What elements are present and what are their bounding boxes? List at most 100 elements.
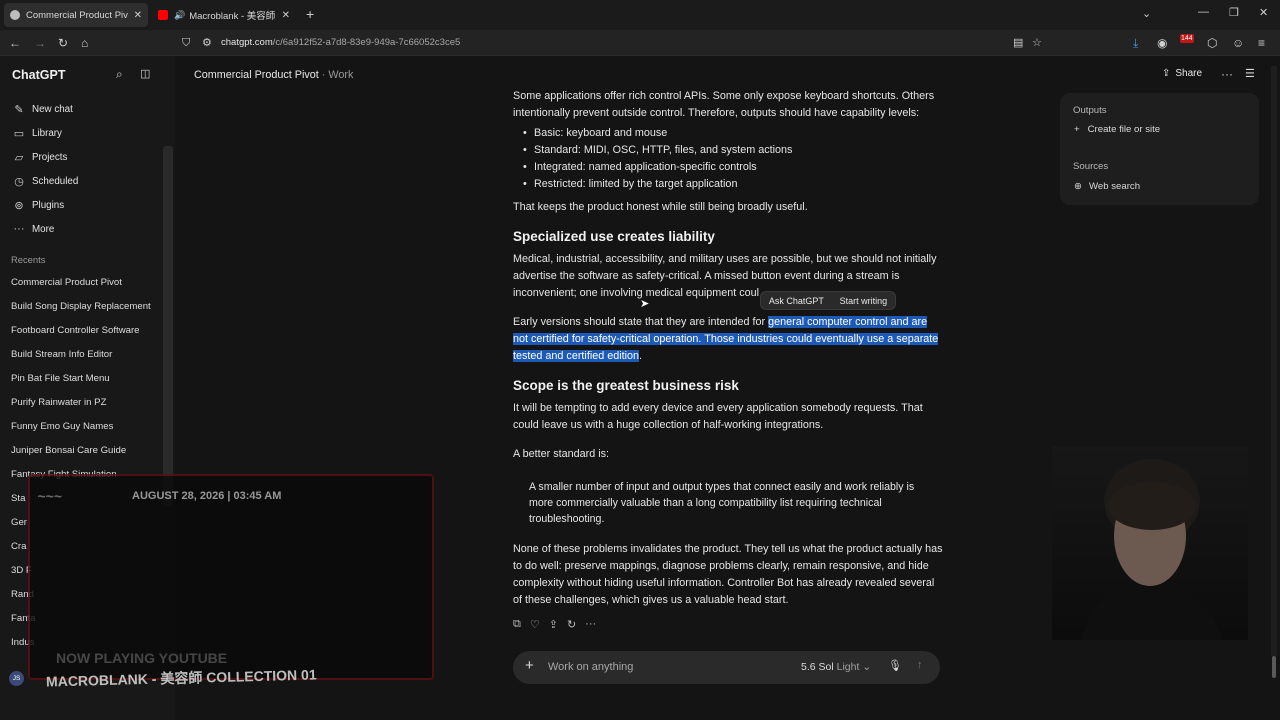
section-heading: Scope is the greatest business risk xyxy=(513,378,739,393)
side-panel: Outputs + Create file or site Sources ⊕ We… xyxy=(1060,93,1259,205)
page-scrollbar[interactable] xyxy=(1271,66,1277,656)
share-message-icon[interactable]: ⇪ xyxy=(549,618,558,631)
shield-icon[interactable]: ⛉ xyxy=(182,36,190,50)
brand-title[interactable]: ChatGPT xyxy=(12,68,65,82)
message-paragraph: None of these problems invalidates the p… xyxy=(513,543,943,606)
more-options-icon[interactable]: ··· xyxy=(1221,67,1233,81)
close-tab-icon[interactable]: ✕ xyxy=(134,10,142,21)
create-file-button[interactable]: + Create file or site xyxy=(1074,124,1160,135)
outputs-label: Outputs xyxy=(1073,105,1107,116)
prompt-input[interactable]: Work on anything xyxy=(548,661,633,673)
model-selector[interactable]: 5.6 Sol Light ⌄ xyxy=(801,661,871,673)
sidebar-item-plugins[interactable]: ⊚ Plugins xyxy=(12,199,64,212)
minimize-icon[interactable]: — xyxy=(1198,6,1209,18)
recent-chat-item[interactable]: Ger xyxy=(11,517,27,528)
chevron-down-icon: ⌄ xyxy=(862,661,872,673)
chatgpt-favicon-icon xyxy=(10,10,20,20)
list-item: Standard: MIDI, OSC, HTTP, files, and sy… xyxy=(523,142,792,159)
forward-icon[interactable]: → xyxy=(34,36,46,50)
library-icon: ▭ xyxy=(13,128,25,140)
message-paragraph: Early versions should state that they ar… xyxy=(513,316,939,362)
message-paragraph: A better standard is: xyxy=(513,448,610,460)
more-actions-icon[interactable]: ··· xyxy=(585,618,596,631)
clock-icon: ◷ xyxy=(14,176,24,188)
conversation-title[interactable]: Commercial Product Pivot xyxy=(194,69,319,81)
globe-icon: ⊕ xyxy=(1074,181,1083,192)
avatar[interactable]: JS xyxy=(9,671,24,686)
recent-chat-item[interactable]: Cra xyxy=(11,541,26,552)
share-icon: ⇪ xyxy=(1162,68,1171,79)
recents-label: Recents xyxy=(11,254,46,265)
recent-chat-item[interactable]: Commercial Product Pivot xyxy=(11,277,122,288)
breadcrumb: Commercial Product Pivot · Work xyxy=(194,69,353,81)
start-writing-button[interactable]: Start writing xyxy=(840,296,888,306)
blockquote: A smaller number of input and output typ… xyxy=(529,481,915,525)
message-paragraph: That keeps the product honest while stil… xyxy=(513,201,808,213)
sidebar-toggle-icon[interactable]: ◫ xyxy=(140,67,150,80)
page-scrollbar-thumb[interactable] xyxy=(1272,656,1276,678)
tab-macroblank[interactable]: 🔊 Macroblank - 美容師 COLLE ✕ xyxy=(152,3,296,27)
close-window-icon[interactable]: ✕ xyxy=(1259,6,1268,19)
recent-chat-item[interactable]: Build Song Display Replacement xyxy=(11,301,151,312)
sidebar-item-library[interactable]: ▭ Library xyxy=(12,127,62,140)
recent-chat-item[interactable]: Purify Rainwater in PZ xyxy=(11,397,106,408)
reload-icon[interactable]: ↻ xyxy=(58,36,68,50)
recent-chat-item[interactable]: Build Stream Info Editor xyxy=(11,349,112,360)
extension-badge[interactable]: 144 xyxy=(1180,34,1194,43)
section-heading: Specialized use creates liability xyxy=(513,229,715,244)
site-settings-icon[interactable]: ⚙ xyxy=(202,36,212,50)
message-paragraph: It will be tempting to add every device … xyxy=(513,402,923,431)
speaker-icon[interactable]: 🔊 xyxy=(174,10,185,21)
microphone-icon[interactable]: 🎙 xyxy=(888,659,902,672)
message-actions: ⧉ ♡ ⇪ ↻ ··· xyxy=(513,618,596,631)
project-link[interactable]: Work xyxy=(328,69,353,81)
bookmark-star-icon[interactable]: ☆ xyxy=(1032,36,1042,50)
selection-popup: Ask ChatGPT Start writing xyxy=(760,291,896,310)
recent-chat-item[interactable]: Pin Bat File Start Menu xyxy=(11,373,110,384)
menu-icon[interactable]: ≡ xyxy=(1258,36,1265,50)
extensions-icon[interactable]: ⬡ xyxy=(1207,36,1217,50)
recent-chat-item[interactable]: Sta xyxy=(11,493,25,504)
webcam-person-image xyxy=(1082,459,1222,640)
stream-overlay-banner: ~~~ AUGUST 28, 2026 | 03:45 AM NOW PLAYI… xyxy=(28,474,434,690)
plus-icon: + xyxy=(1074,124,1080,135)
regenerate-icon[interactable]: ↻ xyxy=(567,618,576,631)
feedback-icon[interactable]: ♡ xyxy=(530,618,540,631)
list-item: Restricted: limited by the target applic… xyxy=(523,176,737,193)
panel-toggle-icon[interactable]: ☰ xyxy=(1245,67,1255,80)
overlay-date: AUGUST 28, 2026 | 03:45 AM xyxy=(132,490,282,502)
account-icon[interactable]: ◉ xyxy=(1157,36,1167,50)
more-icon: ··· xyxy=(13,223,25,235)
close-tab-icon[interactable]: ✕ xyxy=(282,10,290,21)
tab-commercial-product-pivot[interactable]: Commercial Product Pivot ✕ xyxy=(4,3,148,27)
folder-icon: ▱ xyxy=(14,152,24,164)
restore-icon[interactable]: ❐ xyxy=(1229,6,1239,19)
ask-chatgpt-button[interactable]: Ask ChatGPT xyxy=(769,296,824,306)
recent-chat-item[interactable]: Juniper Bonsai Care Guide xyxy=(11,445,126,456)
list-item: Basic: keyboard and mouse xyxy=(523,125,667,142)
sources-label: Sources xyxy=(1073,161,1109,172)
sidebar-item-scheduled[interactable]: ◷ Scheduled xyxy=(12,175,78,188)
sidebar-scrollbar[interactable] xyxy=(163,146,173,506)
profile-icon[interactable]: ☺ xyxy=(1232,36,1244,50)
recent-chat-item[interactable]: Funny Emo Guy Names xyxy=(11,421,113,432)
reader-view-icon[interactable]: ▤ xyxy=(1013,36,1023,50)
web-search-source[interactable]: ⊕ Web search xyxy=(1074,181,1140,192)
recent-chat-item[interactable]: Footboard Controller Software xyxy=(11,325,140,336)
send-icon[interactable]: ↑ xyxy=(917,659,923,671)
share-button[interactable]: ⇪ Share xyxy=(1162,68,1202,79)
attach-plus-icon[interactable]: + xyxy=(525,657,534,674)
now-playing-label: NOW PLAYING YOUTUBE xyxy=(56,650,228,666)
search-icon[interactable]: ⌕ xyxy=(116,67,123,82)
sidebar-item-new-chat[interactable]: ✎ New chat xyxy=(12,103,72,116)
tab-list-chevron-icon[interactable]: ⌄ xyxy=(1142,7,1151,20)
back-icon[interactable]: ← xyxy=(9,36,21,50)
download-icon[interactable]: ⤓ xyxy=(1133,36,1138,50)
copy-icon[interactable]: ⧉ xyxy=(513,618,521,631)
sidebar-item-projects[interactable]: ▱ Projects xyxy=(12,151,68,164)
new-tab-button[interactable]: + xyxy=(306,6,314,22)
list-item: Integrated: named application-specific c… xyxy=(523,159,757,176)
sidebar-item-more[interactable]: ··· More xyxy=(12,223,55,235)
address-bar[interactable]: chatgpt.com/c/6a912f52-a7d8-83e9-949a-7c… xyxy=(221,37,460,48)
home-icon[interactable]: ⌂ xyxy=(81,36,88,50)
